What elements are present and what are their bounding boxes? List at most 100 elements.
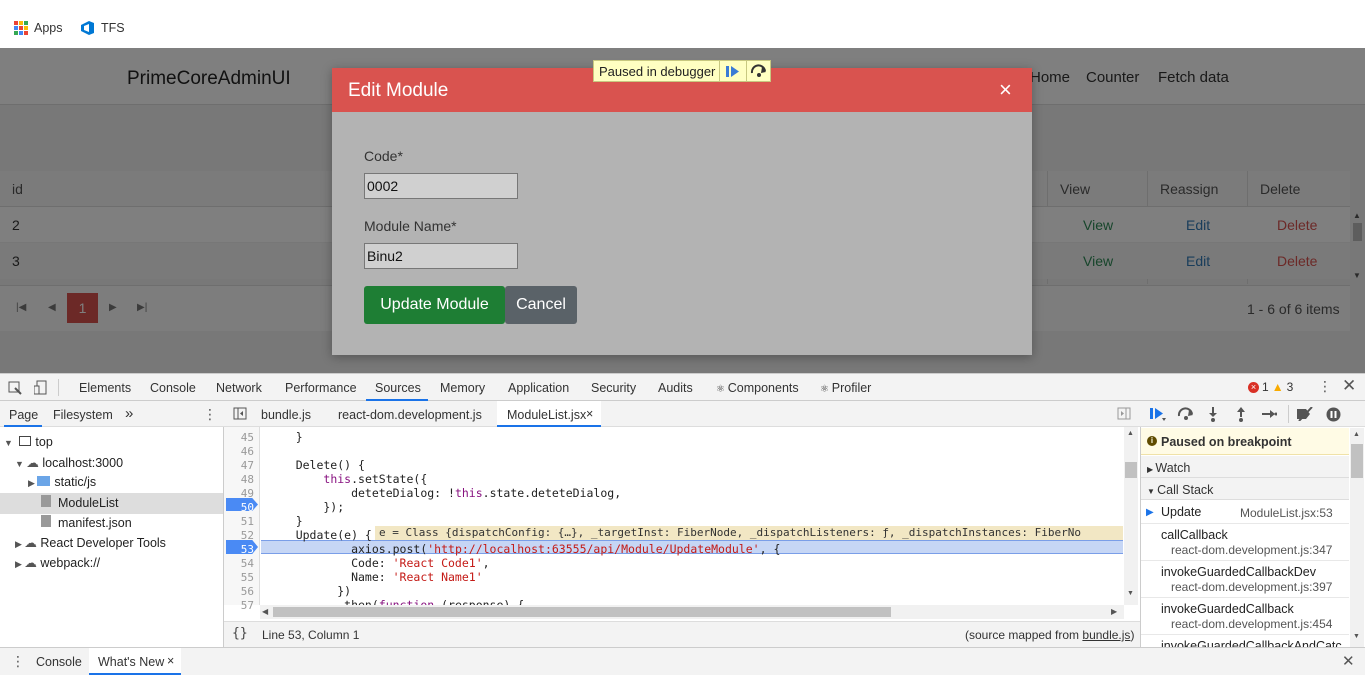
code-line[interactable]: deteteDialog: !this.state.deteteDialog, <box>268 486 621 500</box>
line-number[interactable]: 53 <box>224 543 260 556</box>
step-icon[interactable] <box>1261 408 1277 420</box>
toggle-debugger-icon[interactable] <box>1117 407 1131 420</box>
code-line[interactable]: }); <box>268 500 344 514</box>
tab-memory[interactable]: Memory <box>440 381 485 395</box>
devtools-menu-icon[interactable]: ⋮ <box>1318 378 1332 395</box>
call-frame-name[interactable]: invokeGuardedCallbackAndCatc <box>1161 639 1342 647</box>
line-number[interactable]: 54 <box>224 557 260 570</box>
tab-sources[interactable]: Sources <box>375 381 421 395</box>
step-over-icon[interactable] <box>1177 407 1195 421</box>
code-line[interactable]: } <box>268 430 303 444</box>
step-over-icon[interactable] <box>750 64 768 78</box>
device-toolbar-icon[interactable] <box>34 380 48 395</box>
scroll-up-icon[interactable]: ▲ <box>1127 430 1134 437</box>
scroll-thumb[interactable] <box>273 607 891 617</box>
scroll-left-icon[interactable]: ◀ <box>262 607 268 616</box>
code-input[interactable] <box>364 173 518 199</box>
source-map-link[interactable]: bundle.js <box>1082 628 1130 642</box>
line-number[interactable]: 47 <box>224 459 260 472</box>
line-number[interactable]: 55 <box>224 571 260 584</box>
tree-react-devtools[interactable]: ▶ ☁ React Developer Tools <box>15 535 166 550</box>
tree-localhost[interactable]: ▼ ☁ localhost:3000 <box>15 455 123 470</box>
tree-static-js[interactable]: ▶ static/js <box>28 475 96 489</box>
call-frame-name[interactable]: invokeGuardedCallbackDev <box>1161 565 1316 579</box>
nav-tab-page[interactable]: Page <box>9 408 38 422</box>
module-name-input[interactable] <box>364 243 518 269</box>
tab-network[interactable]: Network <box>216 381 262 395</box>
editor-v-scrollbar[interactable]: ▲ ▼ <box>1124 427 1138 605</box>
toggle-navigator-icon[interactable] <box>233 407 247 420</box>
scroll-down-icon[interactable]: ▼ <box>1353 633 1360 640</box>
tree-webpack[interactable]: ▶ ☁ webpack:// <box>15 555 100 570</box>
code-line[interactable]: this.setState({ <box>268 472 427 486</box>
tab-audits[interactable]: Audits <box>658 381 693 395</box>
call-frame-name[interactable]: Update <box>1161 505 1201 519</box>
scroll-up-icon[interactable]: ▲ <box>1353 431 1360 438</box>
line-number[interactable]: 50 <box>224 501 260 514</box>
file-tab-react-dom[interactable]: react-dom.development.js <box>338 408 482 422</box>
tab-components[interactable]: ⚛ Components <box>716 381 799 395</box>
line-number[interactable]: 57 <box>224 599 260 612</box>
scroll-thumb[interactable] <box>1351 444 1363 478</box>
issues-counter[interactable]: × 1 ▲ 3 <box>1248 380 1293 394</box>
line-number[interactable]: 49 <box>224 487 260 500</box>
tab-elements[interactable]: Elements <box>79 381 131 395</box>
tab-console[interactable]: Console <box>150 381 196 395</box>
more-tabs-icon[interactable]: » <box>125 405 133 422</box>
code-line[interactable]: Name: 'React Name1' <box>268 570 483 584</box>
dialog-close-icon[interactable]: × <box>999 77 1012 103</box>
line-number[interactable]: 48 <box>224 473 260 486</box>
inspect-element-icon[interactable] <box>8 381 22 395</box>
drawer-tab-console[interactable]: Console <box>36 655 82 669</box>
deactivate-breakpoints-icon[interactable] <box>1296 407 1314 421</box>
call-frame-name[interactable]: invokeGuardedCallback <box>1161 602 1294 616</box>
call-frame-name[interactable]: callCallback <box>1161 528 1228 542</box>
line-number[interactable]: 52 <box>224 529 260 542</box>
tab-security[interactable]: Security <box>591 381 636 395</box>
tree-manifest[interactable]: manifest.json <box>41 515 132 530</box>
code-line[interactable]: } <box>268 514 303 528</box>
step-into-icon[interactable] <box>1207 406 1219 422</box>
scroll-down-icon[interactable]: ▼ <box>1127 590 1134 597</box>
cancel-button[interactable]: Cancel <box>505 286 577 324</box>
file-tab-modulelist[interactable]: ModuleList.jsx <box>507 408 586 422</box>
resume-icon[interactable] <box>725 65 741 78</box>
step-out-icon[interactable] <box>1235 406 1247 422</box>
code-line[interactable]: .then(function (response) { <box>268 598 524 605</box>
tree-modulelist[interactable]: ModuleList <box>41 495 118 510</box>
scroll-thumb[interactable] <box>1125 462 1137 478</box>
tab-profiler[interactable]: ⚛ Profiler <box>820 381 871 395</box>
pretty-print-icon[interactable]: {} <box>232 626 248 641</box>
tree-top[interactable]: ▼ top <box>4 435 53 449</box>
code-line[interactable]: Delete() { <box>268 458 365 472</box>
drawer-tab-whats-new[interactable]: What's New <box>98 655 164 669</box>
pause-on-exceptions-icon[interactable] <box>1326 407 1341 422</box>
line-number[interactable]: 56 <box>224 585 260 598</box>
scroll-right-icon[interactable]: ▶ <box>1111 607 1117 616</box>
file-tab-bundle[interactable]: bundle.js <box>261 408 311 422</box>
drawer-close-icon[interactable]: ✕ <box>1342 652 1355 670</box>
watch-section[interactable]: ▶ Watch <box>1147 461 1190 475</box>
drawer-tab-close-icon[interactable]: × <box>167 654 174 668</box>
line-number[interactable]: 51 <box>224 515 260 528</box>
line-number[interactable]: 45 <box>224 431 260 444</box>
line-number[interactable]: 46 <box>224 445 260 458</box>
code-line[interactable]: axios.post('http://localhost:63555/api/M… <box>268 542 780 556</box>
file-tab-close-icon[interactable]: × <box>586 407 593 421</box>
nav-tab-filesystem[interactable]: Filesystem <box>53 408 113 422</box>
resume-icon[interactable] <box>1149 407 1167 422</box>
bookmark-tfs[interactable]: TFS <box>80 21 125 35</box>
code-line[interactable]: }) <box>268 584 351 598</box>
code-line[interactable]: Code: 'React Code1', <box>268 556 490 570</box>
code-line[interactable]: Update(e) { <box>268 528 372 542</box>
bookmark-apps[interactable]: Apps <box>14 21 63 35</box>
call-stack-section[interactable]: ▼ Call Stack <box>1147 483 1213 497</box>
drawer-menu-icon[interactable]: ⋮ <box>11 653 25 670</box>
sidebar-scrollbar[interactable]: ▲ ▼ <box>1350 428 1364 647</box>
tab-performance[interactable]: Performance <box>285 381 357 395</box>
update-module-button[interactable]: Update Module <box>364 286 505 324</box>
devtools-close-icon[interactable]: ✕ <box>1342 376 1356 396</box>
navigator-menu-icon[interactable]: ⋮ <box>203 406 217 423</box>
tab-application[interactable]: Application <box>508 381 569 395</box>
editor-h-scrollbar[interactable]: ◀ ▶ <box>260 605 1124 619</box>
